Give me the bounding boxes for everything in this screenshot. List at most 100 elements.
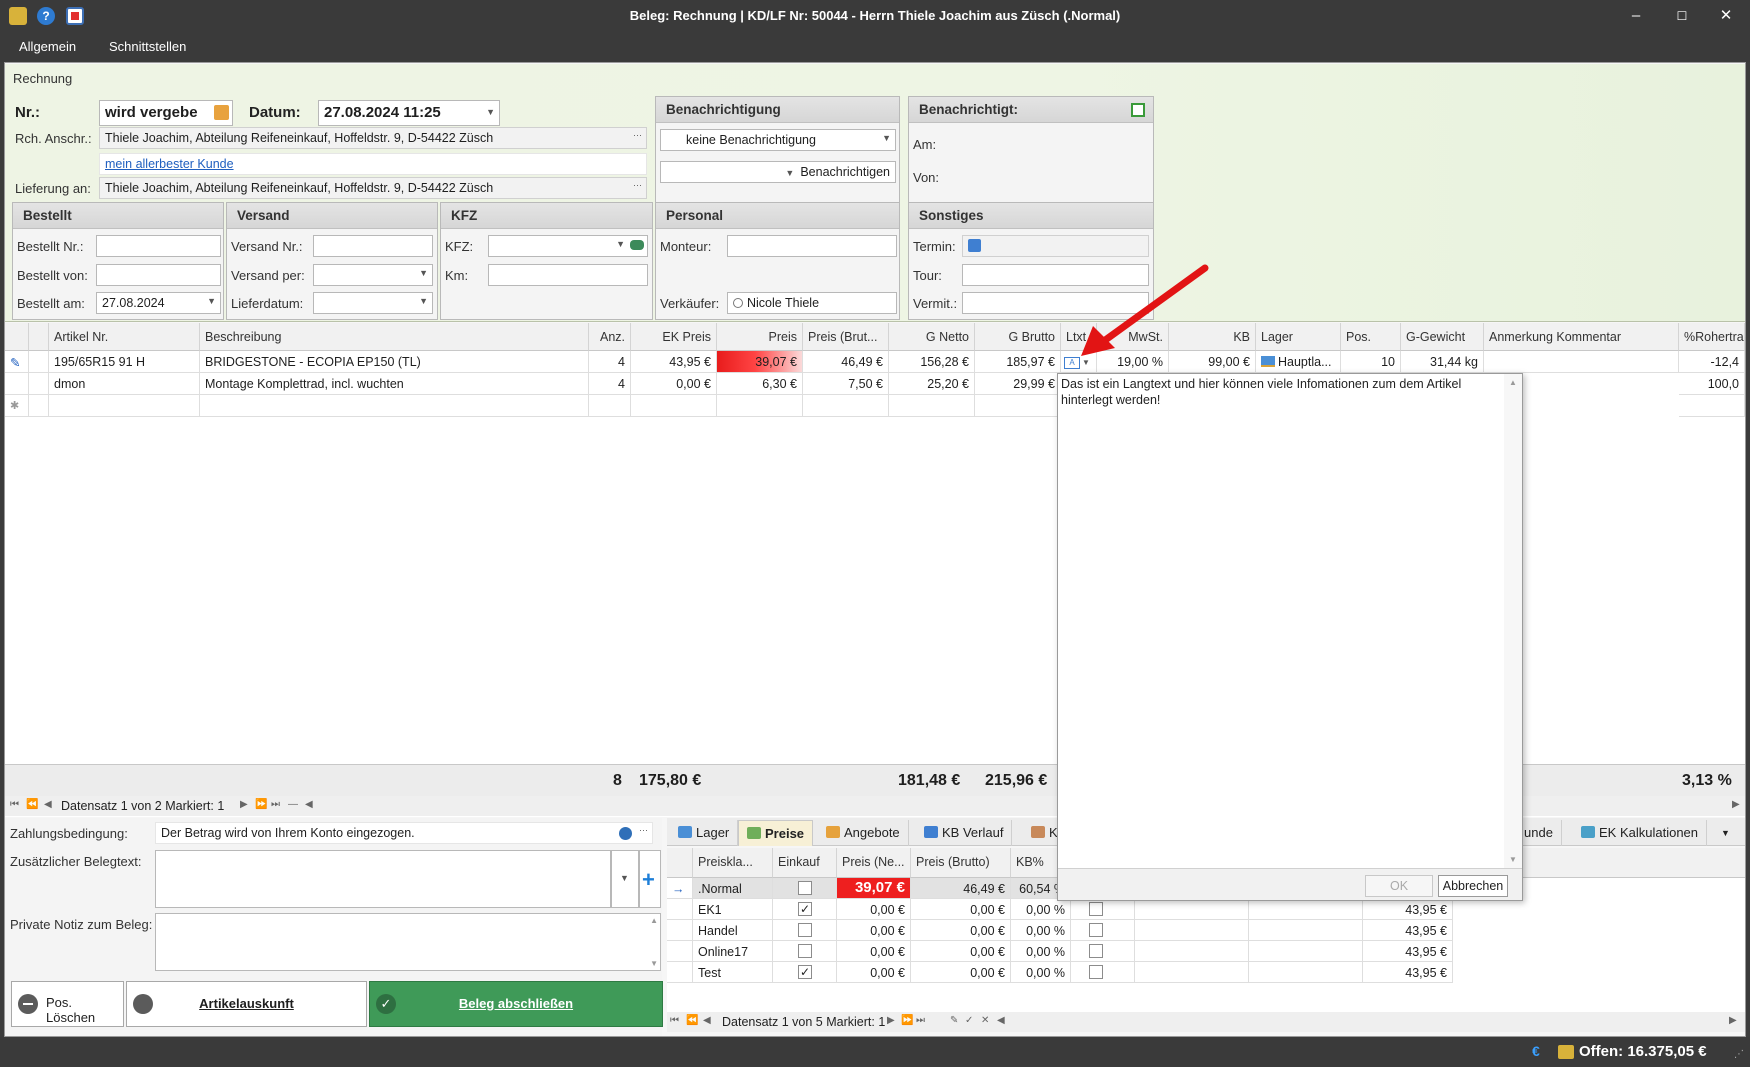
benachrichtigung-select[interactable]: keine Benachrichtigung ▼	[660, 129, 896, 151]
artikelauskunft-button[interactable]: Artikelauskunft	[126, 981, 367, 1027]
cell-ek[interactable]: 43,95 €	[631, 351, 717, 373]
tab-angebote[interactable]: Angebote	[818, 820, 909, 846]
cell-ek[interactable]: 0,00 €	[631, 373, 717, 395]
kunde-note-field[interactable]: mein allerbester Kunde	[99, 153, 647, 175]
cell-brutto[interactable]: 0,00 €	[911, 962, 1011, 983]
benachrichtigt-checkbox[interactable]	[1131, 103, 1145, 117]
cell-preis-brutto[interactable]: 46,49 €	[803, 351, 889, 373]
cell-flag[interactable]	[1071, 899, 1135, 920]
cell-ek[interactable]: 43,95 €	[1363, 899, 1453, 920]
cell-netto[interactable]: 0,00 €	[837, 899, 911, 920]
cell-brutto[interactable]: 0,00 €	[911, 920, 1011, 941]
tab-lager[interactable]: Lager	[670, 820, 739, 846]
col-preis-brutto[interactable]: Preis (Brutto)	[911, 848, 1011, 878]
cell-flag[interactable]	[1071, 920, 1135, 941]
cell-empty[interactable]	[1249, 941, 1363, 962]
einkauf-checkbox[interactable]	[798, 944, 812, 958]
nav-prev-icon[interactable]: ◀	[44, 799, 52, 810]
scroll-down-icon[interactable]: ▼	[1509, 855, 1517, 864]
cell-netto-highlight[interactable]: 39,07 €	[837, 878, 911, 899]
cell-einkauf[interactable]	[773, 878, 837, 899]
tabs-overflow-button[interactable]: ▼	[1713, 820, 1738, 846]
new-cell[interactable]	[49, 395, 200, 417]
benachrichtigen-button[interactable]: ▼ Benachrichtigen	[660, 161, 896, 183]
abbrechen-button[interactable]: Abbrechen	[1438, 875, 1508, 897]
cell-einkauf[interactable]: ✓	[773, 899, 837, 920]
number-generator-icon[interactable]	[214, 105, 229, 120]
col-preisklasse[interactable]: Preiskla...	[693, 848, 773, 878]
col-preis-netto[interactable]: Preis (Ne...	[837, 848, 911, 878]
scroll-right-icon[interactable]: ▶	[1729, 1015, 1737, 1026]
cell-gewicht[interactable]: 31,44 kg	[1401, 351, 1484, 373]
nav-cancel-icon[interactable]: ✕	[981, 1015, 989, 1026]
chevron-down-icon[interactable]: ▼	[419, 268, 428, 278]
cell-empty[interactable]	[1249, 920, 1363, 941]
col-lager[interactable]: Lager	[1256, 323, 1341, 351]
nav-next-icon[interactable]: ▶	[240, 799, 248, 810]
scroll-left-icon[interactable]: ◀	[997, 1015, 1005, 1026]
flag-checkbox[interactable]	[1089, 902, 1103, 916]
rch-anschr-field[interactable]: Thiele Joachim, Abteilung Reifeneinkauf,…	[99, 127, 647, 149]
cell-kb-pct[interactable]: 0,00 %	[1011, 899, 1071, 920]
cell-netto[interactable]: 0,00 €	[837, 962, 911, 983]
kfz-select[interactable]: ▼	[488, 235, 648, 257]
add-belegtext-button[interactable]: +	[639, 850, 661, 908]
currency-icon[interactable]: €	[1532, 1043, 1540, 1059]
ellipsis-icon[interactable]: ···	[639, 825, 648, 835]
col-anmerkung[interactable]: Anmerkung Kommentar	[1484, 323, 1679, 351]
nav-next-icon[interactable]: ▶	[887, 1015, 895, 1026]
nav-next-page-icon[interactable]: ⏩	[255, 799, 267, 810]
scroll-down-icon[interactable]: ▼	[650, 959, 658, 968]
ok-button[interactable]: OK	[1365, 875, 1433, 897]
scroll-up-icon[interactable]: ▲	[1509, 378, 1517, 387]
col-g-netto[interactable]: G Netto	[889, 323, 975, 351]
chevron-down-icon[interactable]: ▼	[616, 239, 625, 249]
cell-einkauf[interactable]: ✓	[773, 962, 837, 983]
cell-kb-pct[interactable]: 0,00 %	[1011, 941, 1071, 962]
chevron-down-icon[interactable]: ▼	[419, 296, 428, 306]
cell-preis-brutto[interactable]: 7,50 €	[803, 373, 889, 395]
tab-ek-kalkulationen[interactable]: EK Kalkulationen	[1573, 820, 1708, 846]
einkauf-checkbox[interactable]	[798, 881, 812, 895]
cell-anz[interactable]: 4	[589, 351, 631, 373]
datum-field[interactable]: 27.08.2024 11:25 ▼	[318, 100, 500, 126]
zahlung-field[interactable]: Der Betrag wird von Ihrem Konto eingezog…	[155, 822, 653, 844]
km-input[interactable]	[488, 264, 648, 286]
notiz-input[interactable]: ▲ ▼	[155, 913, 661, 971]
belegtext-dropdown[interactable]: ▼	[611, 850, 639, 908]
cell-flag[interactable]	[1071, 941, 1135, 962]
cell-einkauf[interactable]	[773, 941, 837, 962]
cell-g-netto[interactable]: 156,28 €	[889, 351, 975, 373]
close-button[interactable]: ✕	[1706, 4, 1746, 28]
scroll-left-icon[interactable]: ◀	[305, 799, 313, 810]
nav-first-icon[interactable]: ⏮	[670, 1015, 679, 1026]
cell-netto[interactable]: 0,00 €	[837, 941, 911, 962]
cell-kb-pct[interactable]: 0,00 %	[1011, 920, 1071, 941]
cell-beschreibung[interactable]: Montage Komplettrad, incl. wuchten	[200, 373, 589, 395]
col-preis-brutto[interactable]: Preis (Brut...	[803, 323, 889, 351]
cell-empty[interactable]	[1249, 899, 1363, 920]
einkauf-checkbox-checked[interactable]: ✓	[798, 902, 812, 916]
tab-kb-verlauf[interactable]: KB Verlauf	[916, 820, 1013, 846]
cell-g-netto[interactable]: 25,20 €	[889, 373, 975, 395]
cell-preis[interactable]: 6,30 €	[717, 373, 803, 395]
monteur-input[interactable]	[727, 235, 897, 257]
cell-ek[interactable]: 43,95 €	[1363, 920, 1453, 941]
new-cell[interactable]	[717, 395, 803, 417]
belegtext-input[interactable]	[155, 850, 611, 908]
bestellt-nr-input[interactable]	[96, 235, 221, 257]
cell-preisklasse[interactable]: .Normal	[693, 878, 773, 899]
cell-empty[interactable]	[1249, 962, 1363, 983]
cell-g-brutto[interactable]: 29,99 €	[975, 373, 1061, 395]
nav-last-icon[interactable]: ⏭	[916, 1015, 925, 1026]
cell-ek[interactable]: 43,95 €	[1363, 962, 1453, 983]
maximize-button[interactable]: ☐	[1662, 4, 1702, 28]
cell-pos[interactable]: 10	[1341, 351, 1401, 373]
cell-anmerkung[interactable]	[1484, 351, 1679, 373]
cell-rohertrag[interactable]: 100,0	[1679, 373, 1745, 395]
nr-field[interactable]: wird vergebe	[99, 100, 233, 126]
col-g-gewicht[interactable]: G-Gewicht	[1401, 323, 1484, 351]
cell-empty[interactable]	[1135, 899, 1249, 920]
minimize-button[interactable]: –	[1616, 4, 1656, 28]
nav-next-page-icon[interactable]: ⏩	[901, 1015, 913, 1026]
